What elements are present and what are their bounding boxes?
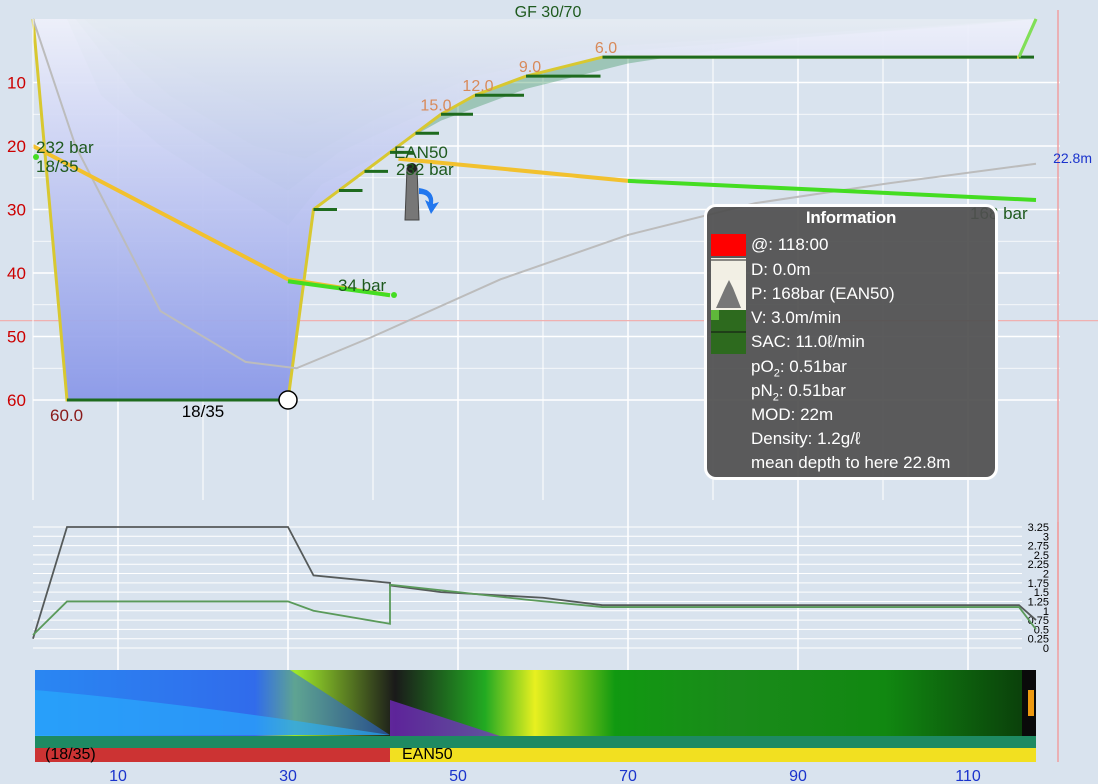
x-tick-label: 50 bbox=[449, 768, 467, 784]
max-depth-label: 60.0 bbox=[50, 406, 83, 425]
y-tick-label: 10 bbox=[7, 74, 26, 93]
gas-bar: (18/35) EAN50 bbox=[35, 736, 1036, 763]
info-pn2: pN2: 0.51bar bbox=[751, 381, 846, 404]
segment-label: 18/35 bbox=[182, 402, 225, 421]
deco-stop-label: 6.0 bbox=[595, 40, 617, 57]
gas-bar-label: EAN50 bbox=[402, 746, 453, 763]
deco-stop-label: 12.0 bbox=[462, 78, 493, 95]
y-tick-label: 50 bbox=[7, 328, 26, 347]
gas-bar-top-2 bbox=[390, 736, 1036, 748]
deco-stop-label: 9.0 bbox=[519, 59, 541, 76]
deco-gas-pressure-line-low bbox=[627, 178, 1037, 202]
y-tick-label: 60 bbox=[7, 391, 26, 410]
info-density: Density: 1.2g/ℓ bbox=[751, 429, 861, 448]
heatmap-end-hot bbox=[1028, 690, 1034, 716]
dive-planner-chart: 3.25 3 2.75 2.5 2.25 2 1.75 1.5 1.25 1 0.75 0.5 0.25… bbox=[0, 0, 1098, 784]
x-tick-label: 30 bbox=[279, 768, 297, 784]
pp-tick-label: 0 bbox=[1043, 643, 1049, 655]
x-tick-label: 70 bbox=[619, 768, 637, 784]
start-pressure-label: 232 bar bbox=[36, 138, 94, 157]
x-tick-label: 110 bbox=[955, 768, 981, 784]
partial-pressure-panel: 3.2532.752.52.2521.751.51.2510.750.50.25… bbox=[32, 522, 1059, 655]
end-bottom-pressure-label: 34 bar bbox=[338, 276, 387, 295]
chart-title: GF 30/70 bbox=[515, 4, 582, 21]
info-mean-depth: mean depth to here 22.8m bbox=[751, 453, 951, 472]
red-swatch-icon bbox=[711, 234, 746, 256]
gas-bar-bottom-2 bbox=[390, 748, 1036, 762]
start-gas-label: 18/35 bbox=[36, 157, 79, 176]
mean-depth-label: 22.8m bbox=[1053, 150, 1092, 166]
gas-bar-label: (18/35) bbox=[45, 746, 96, 763]
pressure-dot bbox=[391, 292, 397, 298]
information-panel: Information @: 118:00 D: 0.0m P: 168bar … bbox=[704, 204, 998, 480]
tissue-heatmap bbox=[35, 670, 1036, 736]
x-tick-label: 90 bbox=[789, 768, 807, 784]
deco-start-pressure-label: 232 bar bbox=[396, 160, 454, 179]
info-pressure: P: 168bar (EAN50) bbox=[751, 284, 895, 303]
info-sac: SAC: 11.0ℓ/min bbox=[751, 332, 865, 351]
x-tick-label: 10 bbox=[109, 768, 127, 784]
info-po2: pO2: 0.51bar bbox=[751, 357, 847, 380]
y-tick-label: 30 bbox=[7, 201, 26, 220]
info-velocity: V: 3.0m/min bbox=[751, 308, 842, 327]
info-depth: D: 0.0m bbox=[751, 260, 811, 279]
info-icons bbox=[711, 234, 746, 359]
handle-point bbox=[278, 390, 298, 410]
pressure-dot bbox=[33, 154, 39, 160]
info-title: Information bbox=[805, 208, 897, 227]
info-mod: MOD: 22m bbox=[751, 405, 834, 424]
info-time: @: 118:00 bbox=[751, 235, 829, 254]
y-tick-label: 40 bbox=[7, 264, 26, 283]
depth-swatch-icon bbox=[711, 258, 746, 280]
y-tick-label: 20 bbox=[7, 137, 26, 156]
deco-stop-label: 15.0 bbox=[420, 97, 451, 114]
